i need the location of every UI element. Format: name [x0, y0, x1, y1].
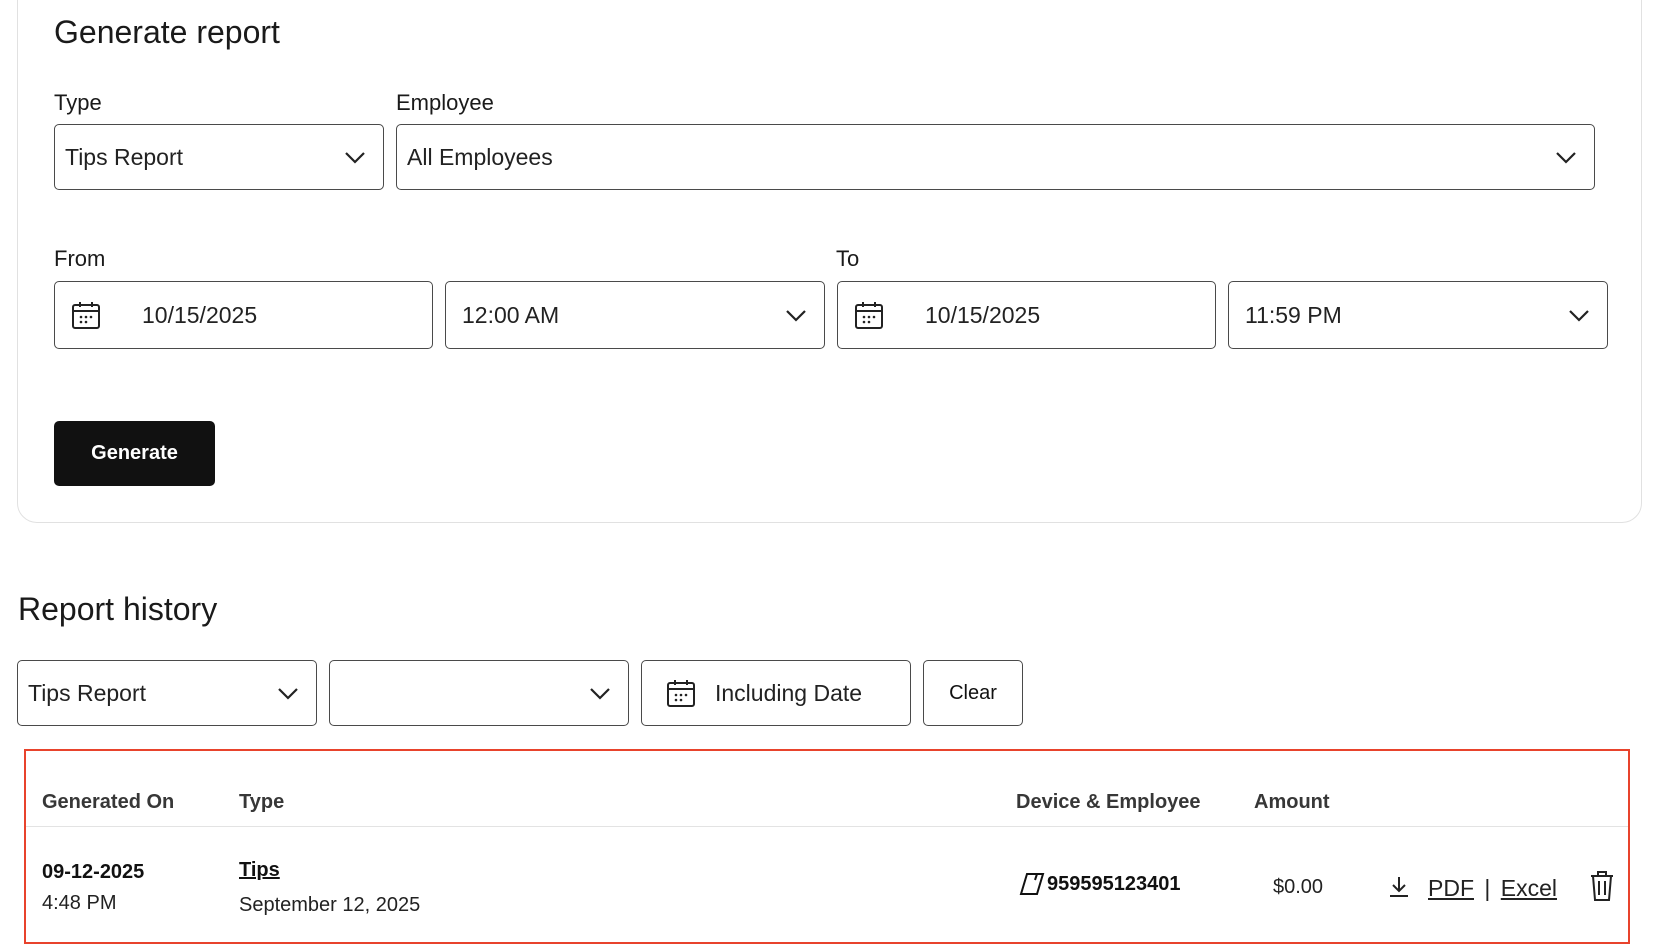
to-date-value: 10/15/2025 — [925, 301, 1041, 328]
download-icon[interactable] — [1386, 874, 1412, 900]
header-divider — [26, 826, 1628, 827]
from-time-select[interactable]: 12:00 AM — [445, 281, 825, 349]
generate-report-title: Generate report — [54, 14, 280, 50]
employee-select[interactable]: All Employees — [396, 124, 1595, 190]
to-label: To — [836, 246, 860, 271]
row-amount: $0.00 — [1273, 876, 1324, 898]
row-type-date: September 12, 2025 — [239, 894, 421, 916]
employee-select-value: All Employees — [407, 143, 553, 170]
history-secondary-filter[interactable] — [329, 660, 629, 726]
generate-button[interactable]: Generate — [54, 421, 215, 486]
type-select-value: Tips Report — [65, 143, 184, 170]
chevron-down-icon — [786, 310, 806, 322]
from-label: From — [54, 246, 106, 271]
link-separator: | — [1484, 875, 1491, 901]
generate-report-card — [17, 0, 1642, 523]
calendar-icon — [855, 302, 883, 329]
report-history-table: Generated On Type Device & Employee Amou… — [24, 749, 1630, 944]
chevron-down-icon — [1556, 152, 1576, 164]
from-time-value: 12:00 AM — [462, 301, 560, 328]
chevron-down-icon — [1569, 310, 1589, 322]
chevron-down-icon — [345, 152, 365, 164]
card-reader-icon — [1019, 873, 1045, 895]
column-device-employee: Device & Employee — [1016, 791, 1201, 813]
including-date-filter[interactable]: Including Date — [641, 660, 911, 726]
report-history-title: Report history — [18, 591, 218, 627]
from-date-field[interactable]: 10/15/2025 — [54, 281, 433, 349]
history-type-filter[interactable]: Tips Report — [17, 660, 317, 726]
to-time-value: 11:59 PM — [1245, 301, 1342, 328]
row-time: 4:48 PM — [42, 892, 117, 914]
pdf-link[interactable]: PDF — [1428, 875, 1474, 901]
history-type-filter-value: Tips Report — [28, 679, 147, 706]
row-device: 959595123401 — [1047, 873, 1181, 895]
to-date-field[interactable]: 10/15/2025 — [837, 281, 1216, 349]
chevron-down-icon — [590, 688, 610, 700]
to-time-select[interactable]: 11:59 PM — [1228, 281, 1608, 349]
clear-button[interactable]: Clear — [923, 660, 1023, 726]
excel-link[interactable]: Excel — [1501, 875, 1557, 901]
including-date-label: Including Date — [715, 679, 863, 706]
employee-label: Employee — [396, 90, 494, 115]
row-type-link[interactable]: Tips — [239, 859, 280, 882]
calendar-icon — [72, 302, 100, 329]
column-generated-on: Generated On — [42, 791, 175, 813]
trash-icon[interactable] — [1587, 870, 1617, 902]
from-date-value: 10/15/2025 — [142, 301, 258, 328]
type-label: Type — [54, 90, 102, 115]
column-type: Type — [239, 791, 285, 813]
column-amount: Amount — [1254, 791, 1330, 813]
chevron-down-icon — [278, 688, 298, 700]
row-date: 09-12-2025 — [42, 861, 145, 883]
calendar-icon — [667, 680, 695, 707]
type-select[interactable]: Tips Report — [54, 124, 384, 190]
